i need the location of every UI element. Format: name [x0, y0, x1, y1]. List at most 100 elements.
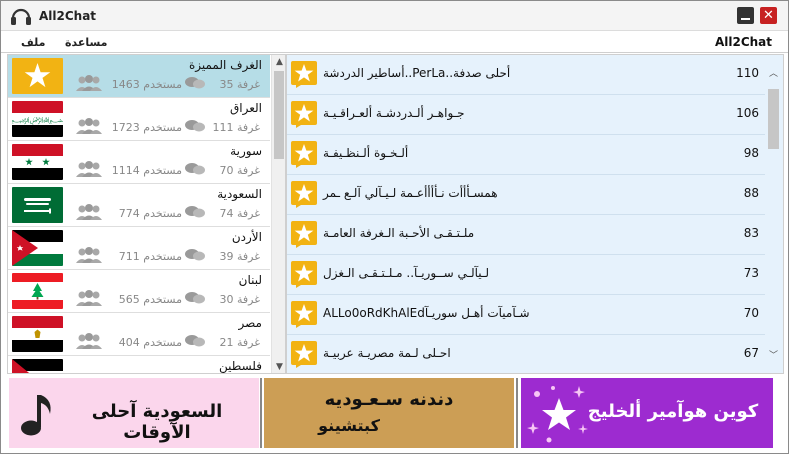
users-group-icon [76, 333, 102, 349]
users-group-icon [76, 290, 102, 306]
users-group-icon [76, 247, 102, 263]
room-user-count: 73 [743, 266, 759, 280]
room-item[interactable]: لـيآلـي ســوريـآ.. مـلـتـقـى الـغزل 73 [287, 255, 765, 295]
saudi-flag-icon [12, 187, 63, 223]
country-name: الأردن [231, 230, 262, 244]
room-item[interactable]: أحلى صدفة..PerLa..أساطير الدردشة 110 [287, 55, 765, 95]
iraq-flag-icon: ﷽ [12, 101, 63, 137]
chat-bubbles-icon [185, 292, 205, 304]
country-item-syria[interactable]: سورية غرفة 70 مستخدم 1114 [8, 141, 270, 184]
room-item[interactable]: ملـتـقـى الأحـبة الـغرفة العامـة 83 [287, 215, 765, 255]
country-name: سورية [230, 144, 262, 158]
room-item[interactable]: احـلى لـمة مصريـة عربيـة 67 [287, 335, 765, 373]
music-note-icon [21, 395, 51, 436]
banner-text: السعودية آحلى الآوقات [91, 401, 223, 443]
banner-dandana[interactable]: دندنه سـعـوديه كبتشينو [264, 378, 514, 448]
star-icon [291, 341, 317, 368]
lebanon-flag-icon [12, 273, 63, 309]
users-count: مستخدم 565 [118, 293, 182, 306]
palestine-flag-icon [12, 359, 63, 373]
banner-divider [260, 378, 262, 448]
country-item-saudi[interactable]: السعودية غرفة 74 مستخدم 774 [8, 184, 270, 227]
scroll-down-arrow-icon[interactable]: ▼ [272, 360, 285, 373]
users-group-icon [76, 204, 102, 220]
room-user-count: 83 [743, 226, 759, 240]
room-item[interactable]: ألـخـوة ألـنظـيفـة 98 [287, 135, 765, 175]
banner-queen-gulf[interactable]: كوين هوآمير ألخليج [521, 378, 773, 448]
rooms-count: غرفة 111 [212, 121, 260, 134]
rooms-count: غرفة 70 [219, 164, 260, 177]
room-list: أحلى صدفة..PerLa..أساطير الدردشة 110 جـو… [286, 54, 784, 374]
users-count: مستخدم 711 [118, 250, 182, 263]
rooms-count: غرفة 74 [219, 207, 260, 220]
users-group-icon [76, 161, 102, 177]
country-item-jordan[interactable]: الأردن غرفة 39 مستخدم 711 [8, 227, 270, 270]
rooms-count: غرفة 35 [219, 78, 260, 91]
users-count: مستخدم 774 [118, 207, 182, 220]
country-list: الغرف المميزة غرفة 35 مستخدم 1463 ﷽ العر… [7, 54, 286, 374]
room-user-count: 67 [743, 346, 759, 360]
chat-bubbles-icon [185, 163, 205, 175]
syria-flag-icon [12, 144, 63, 180]
country-name: الغرف المميزة [188, 58, 262, 72]
close-button[interactable]: ✕ [760, 7, 777, 24]
title-bar: All2Chat ✕ [1, 1, 788, 31]
banner-text: كوين هوآمير ألخليج [587, 401, 759, 422]
star-icon [291, 61, 317, 88]
scroll-up-arrow-icon[interactable]: ︿ [766, 67, 781, 82]
scroll-up-arrow-icon[interactable]: ▲ [272, 55, 285, 70]
chat-bubbles-icon [185, 249, 205, 261]
room-name: جـواهـر ألـدردشـة ألعـراقـيـة [323, 106, 465, 120]
users-count: مستخدم 404 [118, 336, 182, 349]
country-name: لبنان [238, 273, 262, 287]
menu-help[interactable]: مساعدة [65, 36, 108, 49]
room-user-count: 88 [743, 186, 759, 200]
scrollbar-thumb[interactable] [274, 71, 284, 159]
users-count: مستخدم 1463 [111, 78, 182, 91]
country-item-palestine[interactable]: فلسطين [8, 356, 270, 373]
users-group-icon [76, 75, 102, 91]
country-item-iraq[interactable]: ﷽ العراق غرفة 111 مستخدم 1723 [8, 98, 270, 141]
star-icon [291, 261, 317, 288]
banner-strip: السعودية آحلى الآوقات دندنه سـعـوديه كبت… [1, 375, 788, 453]
star-icon [291, 221, 317, 248]
country-name: السعودية [217, 187, 262, 201]
banner-title: دندنه سـعـوديه [324, 389, 454, 410]
chat-bubbles-icon [185, 206, 205, 218]
room-name: ألـخـوة ألـنظـيفـة [323, 146, 409, 160]
chat-bubbles-icon [185, 335, 205, 347]
users-group-icon [76, 118, 102, 134]
scrollbar-thumb[interactable] [768, 89, 779, 149]
room-list-scrollbar[interactable]: ︿ ﹀ [766, 67, 782, 367]
menu-file[interactable]: ملف [21, 36, 45, 49]
egypt-flag-icon [12, 316, 63, 352]
country-name: فلسطين [218, 359, 262, 373]
users-count: مستخدم 1723 [111, 121, 182, 134]
jordan-flag-icon [12, 230, 63, 266]
star-icon [291, 181, 317, 208]
star-icon [291, 101, 317, 128]
room-user-count: 70 [743, 306, 759, 320]
app-window: All2Chat ✕ ملف مساعدة All2Chat الغرف الم… [0, 0, 789, 454]
country-item-egypt[interactable]: مصر غرفة 21 مستخدم 404 [8, 313, 270, 356]
svg-text:﷽: ﷽ [12, 116, 63, 125]
banner-saudi-times[interactable]: السعودية آحلى الآوقات [9, 378, 259, 448]
banner-divider [516, 378, 518, 448]
room-name: شـآميآت أهـل سوريـآALLo0oRdKhAlEd [323, 306, 530, 320]
menu-brand: All2Chat [714, 35, 772, 49]
room-user-count: 110 [736, 66, 759, 80]
headphones-icon [11, 8, 31, 25]
room-item[interactable]: شـآميآت أهـل سوريـآALLo0oRdKhAlEd 70 [287, 295, 765, 335]
country-item-lebanon[interactable]: لبنان غرفة 30 مستخدم 565 [8, 270, 270, 313]
menu-bar: ملف مساعدة All2Chat [1, 32, 788, 53]
room-item[interactable]: همسـأأأت نـأأأأعـمة لـيـآلي آلـع ـمر 88 [287, 175, 765, 215]
star-icon [291, 301, 317, 328]
country-item-featured[interactable]: الغرف المميزة غرفة 35 مستخدم 1463 [8, 55, 270, 98]
minimize-button[interactable] [737, 7, 754, 24]
room-item[interactable]: جـواهـر ألـدردشـة ألعـراقـيـة 106 [287, 95, 765, 135]
room-user-count: 106 [736, 106, 759, 120]
room-name: أحلى صدفة..PerLa..أساطير الدردشة [323, 66, 511, 80]
country-list-scrollbar[interactable]: ▲ ▼ [271, 55, 285, 373]
scroll-down-arrow-icon[interactable]: ﹀ [766, 349, 781, 364]
chat-bubbles-icon [185, 77, 205, 89]
